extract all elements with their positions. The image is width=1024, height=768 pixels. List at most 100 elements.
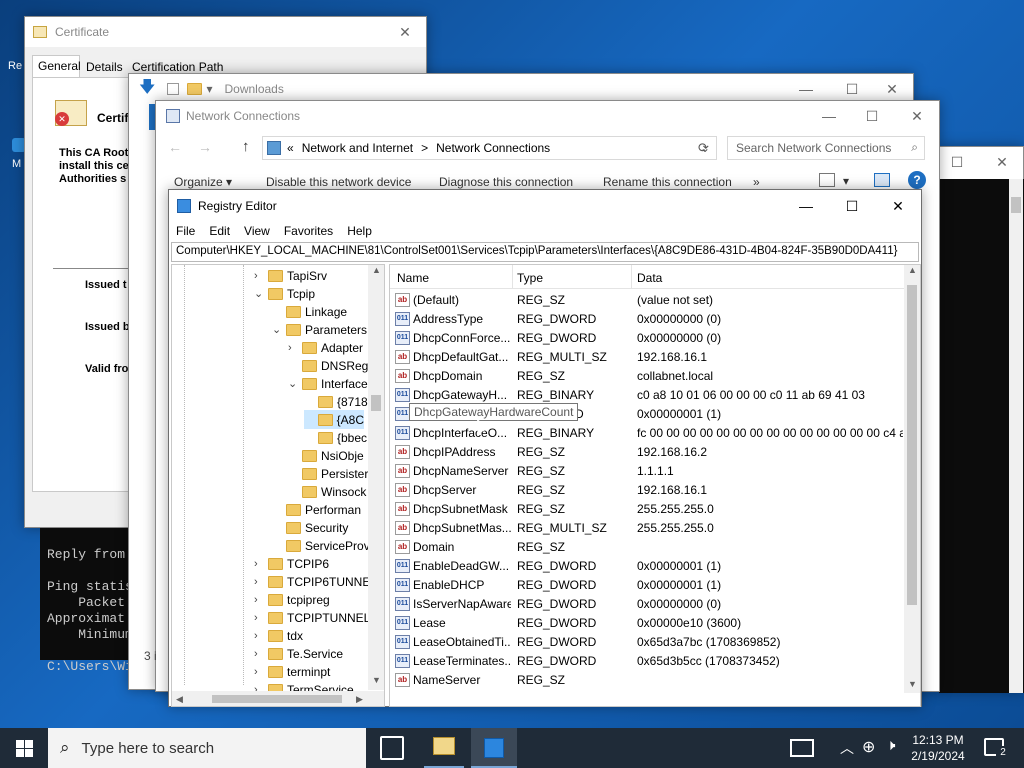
menu-help[interactable]: Help xyxy=(347,224,372,238)
menu-file[interactable]: File xyxy=(176,224,195,238)
clock[interactable]: 12:13 PM 2/19/2024 xyxy=(908,732,968,764)
nav-forward-icon[interactable]: → xyxy=(198,139,212,155)
registry-value-row[interactable]: ab DhcpServer REG_SZ 192.168.16.1 xyxy=(390,481,904,500)
registry-value-row[interactable]: ab DhcpDomain REG_SZ collabnet.local xyxy=(390,367,904,386)
expand-icon[interactable]: › xyxy=(254,270,268,282)
expand-icon[interactable]: › xyxy=(254,558,268,570)
column-name[interactable]: Name xyxy=(397,271,429,285)
network-tray-icon[interactable]: ⊕ xyxy=(862,737,875,757)
registry-value-row[interactable]: 011 EnableDeadGW... REG_DWORD 0x00000001 (1… xyxy=(390,557,904,576)
registry-value-row[interactable]: 011 EnableDHCP REG_DWORD 0x00000001 (1) xyxy=(390,576,904,595)
tree-node[interactable]: ServiceProv xyxy=(272,536,370,555)
registry-value-row[interactable]: ab DhcpSubnetMask REG_SZ 255.255.255.0 xyxy=(390,500,904,519)
expand-icon[interactable]: › xyxy=(254,648,268,660)
tree-node[interactable]: ⌄ Tcpip xyxy=(254,284,315,303)
rename-command[interactable]: Rename this connection xyxy=(603,175,732,189)
expand-icon[interactable]: › xyxy=(254,630,268,642)
disable-device-command[interactable]: Disable this network device xyxy=(266,175,411,189)
expand-icon[interactable]: › xyxy=(254,666,268,678)
scroll-down-icon[interactable]: ▼ xyxy=(908,679,917,689)
tree-node[interactable]: › tdx xyxy=(254,626,303,645)
taskbar-regedit-app[interactable] xyxy=(471,728,517,768)
registry-value-row[interactable]: ab (Default) REG_SZ (value not set) xyxy=(390,291,904,310)
tree-vertical-scrollbar[interactable]: ▲ ▼ xyxy=(368,265,384,690)
tree-node[interactable]: › Te.Service xyxy=(254,644,343,663)
registry-value-row[interactable]: 011 IsServerNapAware REG_DWORD 0x00000000 (… xyxy=(390,595,904,614)
tree-node[interactable]: {A8C xyxy=(304,410,364,429)
collapse-icon[interactable]: ⌄ xyxy=(272,323,286,336)
column-type[interactable]: Type xyxy=(517,271,543,285)
tree-node[interactable]: {8718 xyxy=(304,392,368,411)
registry-value-row[interactable]: ab DhcpIPAddress REG_SZ 192.168.16.2 xyxy=(390,443,904,462)
start-button[interactable] xyxy=(0,728,48,768)
view-dropdown-icon[interactable]: ▾ xyxy=(843,174,849,188)
scroll-left-icon[interactable]: ◀ xyxy=(176,694,183,705)
expand-icon[interactable]: › xyxy=(254,612,268,624)
scroll-up-icon[interactable]: ▲ xyxy=(372,265,381,275)
expand-icon[interactable]: › xyxy=(254,576,268,588)
tree-node[interactable]: Winsock xyxy=(288,482,366,501)
column-data[interactable]: Data xyxy=(637,271,662,285)
breadcrumb-overflow[interactable]: « xyxy=(287,141,294,155)
tree-horizontal-scrollbar[interactable]: ◀ ▶ xyxy=(172,691,384,706)
scroll-thumb[interactable] xyxy=(907,285,917,605)
tree-node[interactable]: › TapiSrv xyxy=(254,266,327,285)
change-view-icon[interactable] xyxy=(819,173,835,187)
search-network-box[interactable]: Search Network Connections ⌕ xyxy=(727,136,925,160)
registry-value-row[interactable]: 011 DhcpConnForce... REG_DWORD 0x00000000 (… xyxy=(390,329,904,348)
tab-general[interactable]: General xyxy=(32,55,81,77)
tree-node[interactable]: DNSReg xyxy=(288,356,368,375)
tab-details[interactable]: Details xyxy=(82,58,127,76)
tree-node[interactable]: Performan xyxy=(272,500,361,519)
registry-value-row[interactable]: ab DhcpSubnetMas... REG_MULTI_SZ 255.255.25… xyxy=(390,519,904,538)
registry-value-row[interactable]: ab DhcpNameServer REG_SZ 1.1.1.1 xyxy=(390,462,904,481)
registry-value-row[interactable]: ab NameServer REG_SZ xyxy=(390,671,904,690)
menu-view[interactable]: View xyxy=(244,224,270,238)
breadcrumb-network-connections[interactable]: Network Connections xyxy=(436,141,550,155)
tree-node[interactable]: NsiObje xyxy=(288,446,364,465)
scrollbar[interactable] xyxy=(1009,179,1023,693)
tree-node[interactable]: › TCPIPTUNNEL xyxy=(254,608,370,627)
nav-back-icon[interactable]: ← xyxy=(168,139,182,155)
scroll-thumb[interactable] xyxy=(212,695,342,703)
registry-value-row[interactable]: 011 AddressType REG_DWORD 0x00000000 (0) xyxy=(390,310,904,329)
registry-value-row[interactable]: 011 LeaseObtainedTi... REG_DWORD 0x65d3a7bc… xyxy=(390,633,904,652)
scroll-down-icon[interactable]: ▼ xyxy=(372,675,381,685)
taskbar-certificate-app[interactable] xyxy=(424,728,464,768)
tree-node[interactable]: Persister xyxy=(288,464,368,483)
organize-menu[interactable]: Organize ▾ xyxy=(174,175,232,189)
regedit-maximize-icon[interactable]: ☐ xyxy=(829,190,875,222)
registry-address-bar[interactable]: Computer\HKEY_LOCAL_MACHINE\81\ControlSe… xyxy=(171,242,919,262)
task-view-icon[interactable] xyxy=(380,736,404,760)
scroll-up-icon[interactable]: ▲ xyxy=(908,265,917,275)
volume-muted-icon[interactable]: 🕨 xyxy=(886,737,895,754)
values-vertical-scrollbar[interactable]: ▲ ▼ xyxy=(904,265,920,693)
back-arrow-icon[interactable]: 🡇 xyxy=(139,76,155,103)
properties-icon[interactable] xyxy=(167,83,180,95)
dropdown-icon[interactable]: ▾ xyxy=(206,82,212,96)
expand-icon[interactable]: › xyxy=(254,594,268,606)
action-center-icon[interactable] xyxy=(790,739,814,757)
refresh-icon[interactable]: ⟳ xyxy=(698,140,709,156)
help-icon[interactable]: ? xyxy=(908,171,926,189)
registry-value-row[interactable]: 011 DhcpInterfaceO... REG_BINARY fc 00 00 0… xyxy=(390,424,904,443)
registry-value-row[interactable]: 011 Lease REG_DWORD 0x00000e10 (3600) xyxy=(390,614,904,633)
tree-node[interactable]: › TCPIP6TUNNE xyxy=(254,572,370,591)
tree-node[interactable]: {bbec xyxy=(304,428,367,447)
nav-up-icon[interactable]: ↑ xyxy=(242,138,250,155)
preview-pane-icon[interactable] xyxy=(874,173,890,187)
taskbar-search-box[interactable]: ⌕ Type here to search xyxy=(48,728,366,768)
certificate-close-icon[interactable]: ✕ xyxy=(390,17,420,47)
diagnose-command[interactable]: Diagnose this connection xyxy=(439,175,573,189)
collapse-icon[interactable]: ⌄ xyxy=(254,287,268,300)
regedit-minimize-icon[interactable]: — xyxy=(783,190,829,222)
scroll-thumb[interactable] xyxy=(371,395,381,411)
breadcrumb-network-internet[interactable]: Network and Internet xyxy=(302,141,413,155)
tree-node[interactable]: Security xyxy=(272,518,348,537)
menu-favorites[interactable]: Favorites xyxy=(284,224,333,238)
collapse-icon[interactable]: ⌄ xyxy=(288,377,302,390)
expand-icon[interactable]: › xyxy=(288,342,302,354)
tree-node[interactable]: ⌄ Parameters xyxy=(272,320,367,339)
close-icon[interactable]: ✕ xyxy=(979,147,1024,177)
network-close-icon[interactable]: ✕ xyxy=(894,101,940,131)
